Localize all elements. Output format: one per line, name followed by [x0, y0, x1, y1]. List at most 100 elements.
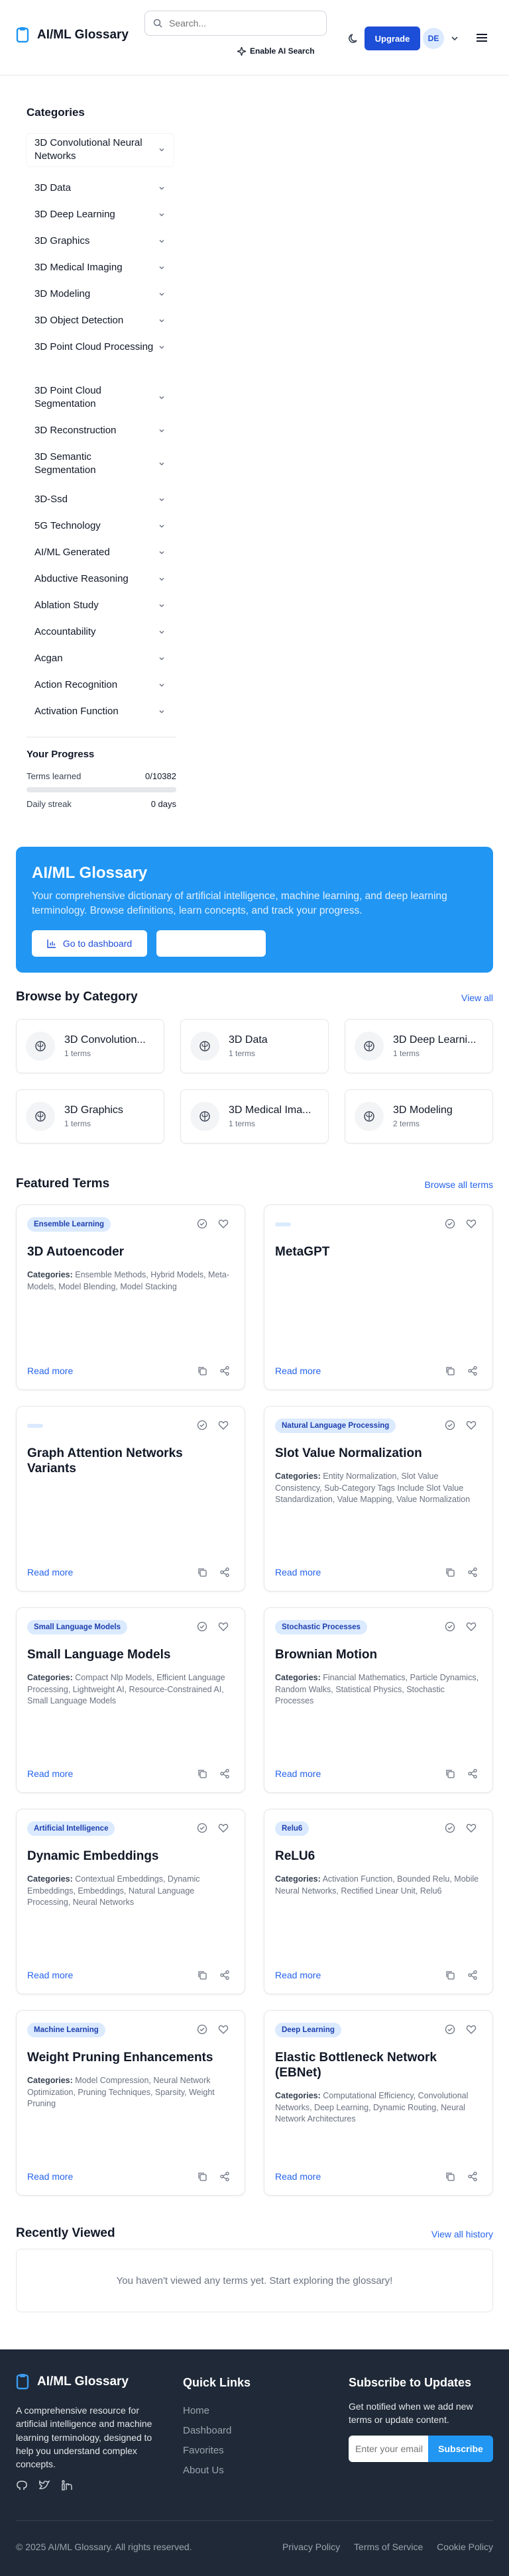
legal-link[interactable]: Privacy Policy: [282, 2542, 340, 2552]
category-item[interactable]: Accountability: [27, 623, 174, 641]
share-icon[interactable]: [219, 1768, 230, 1779]
term-card[interactable]: Deep Learning Elastic Bottleneck Network …: [264, 2010, 493, 2196]
enable-ai-search-button[interactable]: Enable AI Search: [237, 46, 315, 56]
term-card[interactable]: Small Language Models Small Language Mode…: [16, 1607, 245, 1793]
legal-link[interactable]: Terms of Service: [354, 2542, 423, 2552]
heart-icon[interactable]: [218, 1420, 229, 1430]
copy-icon[interactable]: [197, 1970, 207, 1980]
category-item[interactable]: Acgan: [27, 649, 174, 668]
category-card[interactable]: 3D Data 1 terms: [180, 1019, 329, 1073]
read-more-link[interactable]: Read more: [27, 1970, 73, 1980]
term-title[interactable]: Brownian Motion: [275, 1648, 482, 1663]
copy-icon[interactable]: [445, 2171, 455, 2182]
email-input[interactable]: [349, 2436, 428, 2462]
term-category-badge[interactable]: Deep Learning: [275, 2023, 341, 2037]
read-more-link[interactable]: Read more: [27, 1768, 73, 1779]
category-item[interactable]: Activation Function: [27, 702, 174, 721]
category-item[interactable]: 3D Data: [27, 179, 174, 197]
category-item[interactable]: 3D Convolutional Neural Networks: [27, 134, 174, 166]
category-card[interactable]: 3D Convolution... 1 terms: [16, 1019, 164, 1073]
share-icon[interactable]: [219, 1366, 230, 1376]
heart-icon[interactable]: [218, 1823, 229, 1833]
term-card[interactable]: Relu6 ReLU6 Categories: Activation Functio…: [264, 1809, 493, 1994]
heart-icon[interactable]: [466, 1420, 477, 1430]
term-category-badge[interactable]: Artificial Intelligence: [27, 1821, 115, 1836]
share-icon[interactable]: [467, 2171, 478, 2182]
go-to-dashboard-button[interactable]: Go to dashboard: [32, 930, 147, 957]
term-category-badge[interactable]: Relu6: [275, 1821, 310, 1836]
term-title[interactable]: Graph Attention Networks Variants: [27, 1446, 234, 1477]
linkedin-icon[interactable]: [61, 2479, 73, 2491]
view-all-history-link[interactable]: View all history: [384, 2229, 493, 2239]
category-card[interactable]: 3D Deep Learni... 1 terms: [345, 1019, 493, 1073]
category-item[interactable]: 3D Object Detection: [27, 311, 174, 330]
category-item[interactable]: 3D-Ssd: [27, 490, 174, 509]
secondary-hero-button[interactable]: [156, 930, 266, 957]
share-icon[interactable]: [219, 1970, 230, 1980]
term-card[interactable]: Ensemble Learning 3D Autoencoder Categorie…: [16, 1205, 245, 1390]
term-card[interactable]: Artificial Intelligence Dynamic Embedding…: [16, 1809, 245, 1994]
copy-icon[interactable]: [445, 1768, 455, 1779]
copy-icon[interactable]: [445, 1970, 455, 1980]
term-category-badge[interactable]: Stochastic Processes: [275, 1620, 367, 1635]
heart-icon[interactable]: [218, 1218, 229, 1229]
quick-link[interactable]: About Us: [183, 2465, 224, 2476]
check-circle-icon[interactable]: [445, 1823, 455, 1833]
copy-icon[interactable]: [445, 1567, 455, 1578]
term-title[interactable]: 3D Autoencoder: [27, 1245, 234, 1260]
copy-icon[interactable]: [197, 1366, 207, 1376]
heart-icon[interactable]: [218, 1621, 229, 1632]
term-title[interactable]: Slot Value Normalization: [275, 1446, 482, 1462]
category-item[interactable]: 3D Reconstruction: [27, 421, 174, 440]
term-category-badge[interactable]: Small Language Models: [27, 1620, 127, 1635]
logo[interactable]: AI/ML Glossary: [16, 27, 129, 44]
check-circle-icon[interactable]: [445, 2024, 455, 2035]
term-title[interactable]: Elastic Bottleneck Network (EBNet): [275, 2051, 482, 2081]
category-card[interactable]: 3D Medical Ima... 1 terms: [180, 1089, 329, 1144]
menu-icon[interactable]: [475, 30, 489, 45]
term-card[interactable]: Graph Attention Networks Variants Read mo…: [16, 1406, 245, 1591]
category-item[interactable]: 5G Technology: [27, 517, 174, 535]
category-card[interactable]: 3D Graphics 1 terms: [16, 1089, 164, 1144]
heart-icon[interactable]: [466, 1621, 477, 1632]
category-item[interactable]: 3D Medical Imaging: [27, 258, 174, 277]
read-more-link[interactable]: Read more: [27, 2171, 73, 2182]
read-more-link[interactable]: Read more: [27, 1366, 73, 1376]
term-title[interactable]: ReLU6: [275, 1849, 482, 1864]
category-item[interactable]: 3D Graphics: [27, 232, 174, 250]
quick-link[interactable]: Dashboard: [183, 2425, 231, 2436]
heart-icon[interactable]: [466, 1218, 477, 1229]
term-title[interactable]: Small Language Models: [27, 1648, 234, 1663]
moon-icon[interactable]: [347, 32, 361, 45]
copy-icon[interactable]: [197, 1768, 207, 1779]
category-item[interactable]: Abductive Reasoning: [27, 570, 174, 588]
category-item[interactable]: Ablation Study: [27, 596, 174, 615]
check-circle-icon[interactable]: [445, 1621, 455, 1632]
quick-link[interactable]: Home: [183, 2405, 209, 2416]
term-title[interactable]: Dynamic Embeddings: [27, 1849, 234, 1864]
category-item[interactable]: AI/ML Generated: [27, 543, 174, 562]
copy-icon[interactable]: [197, 2171, 207, 2182]
chevron-down-icon[interactable]: [449, 33, 460, 44]
category-item[interactable]: 3D Point Cloud Processing: [27, 338, 174, 356]
share-icon[interactable]: [467, 1567, 478, 1578]
check-circle-icon[interactable]: [197, 1621, 207, 1632]
term-title[interactable]: MetaGPT: [275, 1245, 482, 1260]
avatar[interactable]: DE: [423, 28, 444, 49]
check-circle-icon[interactable]: [197, 1218, 207, 1229]
read-more-link[interactable]: Read more: [275, 2171, 321, 2182]
category-item[interactable]: 3D Deep Learning: [27, 205, 174, 224]
category-item[interactable]: Action Recognition: [27, 676, 174, 694]
check-circle-icon[interactable]: [445, 1218, 455, 1229]
share-icon[interactable]: [467, 1366, 478, 1376]
copy-icon[interactable]: [197, 1567, 207, 1578]
heart-icon[interactable]: [466, 1823, 477, 1833]
view-all-categories-link[interactable]: View all: [398, 993, 493, 1003]
heart-icon[interactable]: [218, 2024, 229, 2035]
category-card[interactable]: 3D Modeling 2 terms: [345, 1089, 493, 1144]
subscribe-button[interactable]: Subscribe: [428, 2436, 493, 2462]
browse-all-terms-link[interactable]: Browse all terms: [384, 1179, 493, 1190]
read-more-link[interactable]: Read more: [275, 1366, 321, 1376]
footer-logo[interactable]: AI/ML Glossary: [16, 2373, 129, 2390]
category-item[interactable]: 3D Semantic Segmentation: [27, 448, 174, 480]
